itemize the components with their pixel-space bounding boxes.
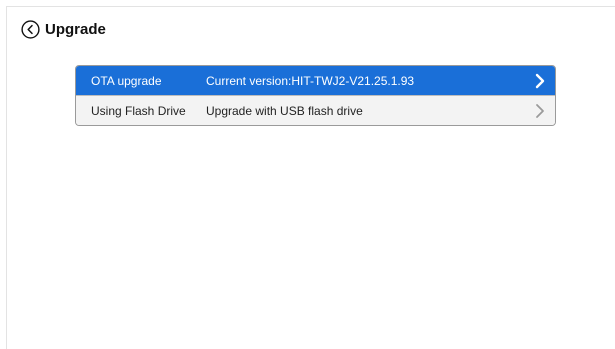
- usb-upgrade-text: Upgrade with USB flash drive: [206, 103, 363, 118]
- circle-chevron-left-icon: [21, 19, 40, 39]
- current-version-text: Current version:HIT-TWJ2-V21.25.1.93: [206, 73, 415, 88]
- ota-upgrade-label: OTA upgrade: [91, 73, 162, 88]
- flash-drive-label: Using Flash Drive: [91, 103, 186, 118]
- chevron-right-icon: [525, 96, 555, 125]
- back-button[interactable]: [21, 19, 40, 39]
- upgrade-options-list: OTA upgrade Current version:HIT-TWJ2-V21…: [75, 65, 556, 126]
- chevron-right-icon: [525, 66, 555, 95]
- upgrade-screen: Upgrade OTA upgrade Current version:HIT-…: [6, 6, 615, 349]
- flash-drive-row[interactable]: Using Flash Drive Upgrade with USB flash…: [76, 95, 555, 125]
- ota-upgrade-row[interactable]: OTA upgrade Current version:HIT-TWJ2-V21…: [76, 66, 555, 95]
- page-title: Upgrade: [45, 20, 106, 38]
- header: Upgrade: [21, 18, 106, 40]
